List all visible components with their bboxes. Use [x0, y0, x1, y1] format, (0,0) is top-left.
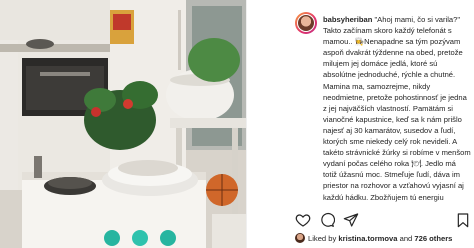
avatar-ring [297, 14, 315, 32]
caption-text: "Ahoj mami, čo si varila?" Takto začínam… [323, 15, 473, 202]
liked-by-user-link[interactable]: kristina.tormova [338, 234, 397, 243]
likes-prefix: Liked by [308, 234, 339, 243]
post-caption: babsyheriban "Ahoj mami, čo si varila?" … [323, 14, 471, 203]
liker-avatar [295, 233, 305, 243]
author-username[interactable]: babsyheriban [323, 15, 372, 24]
post-sidebar: babsyheriban "Ahoj mami, čo si varila?" … [246, 0, 474, 248]
caption-area: babsyheriban "Ahoj mami, čo si varila?" … [247, 0, 474, 210]
kitchen-photo [0, 0, 246, 248]
heart-icon[interactable] [295, 212, 311, 228]
instagram-post: babsyheriban "Ahoj mami, čo si varila?" … [0, 0, 474, 248]
likes-count-link[interactable]: 726 others [414, 234, 452, 243]
likes-summary: Liked by kristina.tormova and 726 others [295, 233, 471, 243]
bookmark-icon[interactable] [455, 212, 471, 228]
comment-icon[interactable] [319, 212, 335, 228]
action-bar [295, 212, 471, 228]
avatar-image [298, 15, 314, 31]
post-photo[interactable] [0, 0, 246, 248]
author-avatar[interactable] [295, 12, 317, 34]
likes-middle: and [397, 234, 415, 243]
share-icon[interactable] [343, 212, 359, 228]
